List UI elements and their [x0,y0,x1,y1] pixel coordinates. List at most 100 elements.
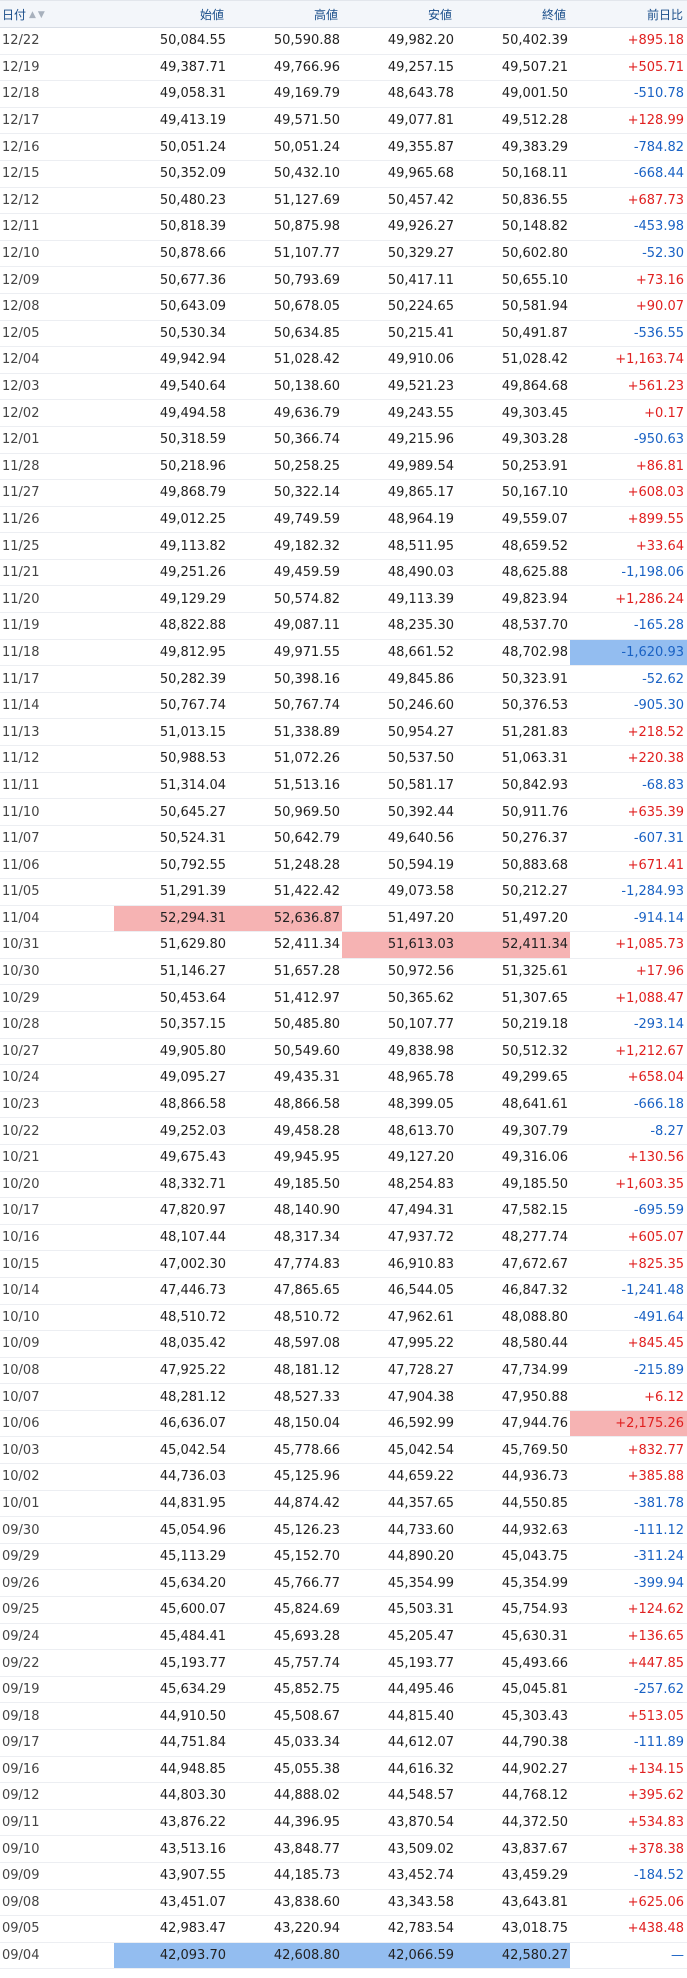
sort-arrows-icon[interactable]: ▲▼ [29,10,47,20]
column-header-date[interactable]: 日付 ▲▼ [0,0,114,28]
cell-open: 43,451.07 [114,1889,228,1917]
cell-date: 11/25 [0,532,114,560]
cell-high: 43,848.77 [228,1835,342,1863]
cell-date: 11/27 [0,479,114,507]
cell-open: 49,868.79 [114,479,228,507]
cell-change: +1,163.74 [570,346,687,374]
cell-close: 43,459.29 [456,1862,570,1890]
table-row: 11/20 49,129.29 50,574.82 49,113.39 49,823.9… [0,585,687,614]
table-row: 12/01 50,318.59 50,366.74 49,215.96 49,303.2… [0,426,687,454]
table-row: 10/17 47,820.97 48,140.90 47,494.31 47,582.1… [0,1197,687,1225]
cell-open: 51,146.27 [114,958,228,986]
cell-low: 44,616.32 [342,1756,456,1784]
column-header-low[interactable]: 安値 [342,0,456,28]
cell-close: 45,303.43 [456,1702,570,1730]
cell-change: -165.28 [570,612,687,640]
cell-close: 43,643.81 [456,1889,570,1917]
cell-low: 47,494.31 [342,1197,456,1225]
cell-close: 44,932.63 [456,1516,570,1544]
cell-close: 49,001.50 [456,80,570,108]
cell-high: 49,458.28 [228,1117,342,1145]
cell-change: -381.78 [570,1490,687,1518]
cell-high: 42,608.80 [228,1942,342,1970]
table-row: 10/30 51,146.27 51,657.28 50,972.56 51,325.6… [0,958,687,986]
cell-close: 50,491.87 [456,320,570,348]
cell-close: 49,303.45 [456,399,570,427]
cell-close: 51,063.31 [456,745,570,773]
cell-low: 49,965.68 [342,160,456,188]
table-row: 10/16 48,107.44 48,317.34 47,937.72 48,277.7… [0,1224,687,1252]
table-row: 09/22 45,193.77 45,757.74 45,193.77 45,493.6… [0,1649,687,1677]
cell-high: 50,432.10 [228,160,342,188]
cell-low: 47,937.72 [342,1224,456,1252]
cell-close: 50,219.18 [456,1011,570,1039]
cell-open: 50,792.55 [114,851,228,879]
cell-close: 50,148.82 [456,213,570,241]
cell-low: 46,910.83 [342,1250,456,1278]
cell-change: +505.71 [570,54,687,82]
cell-open: 44,831.95 [114,1490,228,1518]
table-row: 09/05 42,983.47 43,220.94 42,783.54 43,018.7… [0,1915,687,1943]
cell-close: 46,847.32 [456,1277,570,1305]
cell-close: 43,018.75 [456,1915,570,1943]
cell-date: 10/27 [0,1038,114,1066]
cell-date: 10/24 [0,1064,114,1092]
cell-close: 48,088.80 [456,1304,570,1332]
cell-change: -8.27 [570,1117,687,1145]
cell-change: +134.15 [570,1756,687,1784]
cell-high: 49,749.59 [228,506,342,534]
cell-open: 50,318.59 [114,426,228,454]
cell-open: 51,629.80 [114,931,228,959]
cell-open: 49,129.29 [114,585,228,614]
cell-open: 50,767.74 [114,692,228,720]
column-header-close[interactable]: 終値 [456,0,570,28]
cell-change: +86.81 [570,453,687,481]
cell-open: 50,645.27 [114,798,228,826]
table-row: 10/23 48,866.58 48,866.58 48,399.05 48,641.6… [0,1091,687,1119]
cell-low: 50,365.62 [342,984,456,1012]
cell-high: 51,107.77 [228,240,342,268]
table-row: 11/28 50,218.96 50,258.25 49,989.54 50,253.9… [0,453,687,481]
cell-change: -52.30 [570,240,687,268]
cell-low: 48,235.30 [342,612,456,640]
cell-date: 11/04 [0,905,114,933]
table-row: 09/08 43,451.07 43,838.60 43,343.58 43,643.8… [0,1889,687,1917]
cell-high: 48,597.08 [228,1330,342,1358]
cell-high: 45,152.70 [228,1543,342,1571]
cell-open: 45,600.07 [114,1596,228,1624]
table-row: 12/11 50,818.39 50,875.98 49,926.27 50,148.8… [0,213,687,241]
cell-high: 50,398.16 [228,665,342,693]
cell-open: 48,332.71 [114,1171,228,1199]
cell-date: 10/22 [0,1117,114,1145]
cell-close: 51,307.65 [456,984,570,1012]
cell-open: 49,942.94 [114,346,228,374]
cell-open: 49,251.26 [114,559,228,587]
cell-high: 43,220.94 [228,1915,342,1943]
cell-close: 50,276.37 [456,825,570,853]
cell-close: 45,769.50 [456,1436,570,1465]
cell-open: 49,675.43 [114,1144,228,1172]
column-header-change[interactable]: 前日比 [570,0,687,28]
cell-close: 49,307.79 [456,1117,570,1145]
cell-open: 48,035.42 [114,1330,228,1358]
cell-close: 45,630.31 [456,1623,570,1651]
cell-change: -311.24 [570,1543,687,1571]
table-row: 11/05 51,291.39 51,422.42 49,073.58 50,212.2… [0,878,687,906]
column-header-high[interactable]: 高値 [228,0,342,28]
cell-open: 49,494.58 [114,399,228,427]
cell-date: 12/03 [0,373,114,401]
cell-open: 50,988.53 [114,745,228,773]
cell-change: +395.62 [570,1782,687,1810]
cell-change: -215.89 [570,1357,687,1385]
cell-date: 12/02 [0,399,114,427]
cell-close: 50,883.68 [456,851,570,879]
cell-low: 48,511.95 [342,532,456,560]
cell-high: 50,590.88 [228,27,342,55]
cell-high: 51,657.28 [228,958,342,986]
cell-close: 48,580.44 [456,1330,570,1358]
table-row: 10/28 50,357.15 50,485.80 50,107.77 50,219.1… [0,1011,687,1039]
column-header-open[interactable]: 始値 [114,0,228,28]
cell-close: 44,768.12 [456,1782,570,1810]
table-row: 10/01 44,831.95 44,874.42 44,357.65 44,550.8… [0,1490,687,1518]
cell-date: 09/04 [0,1942,114,1970]
